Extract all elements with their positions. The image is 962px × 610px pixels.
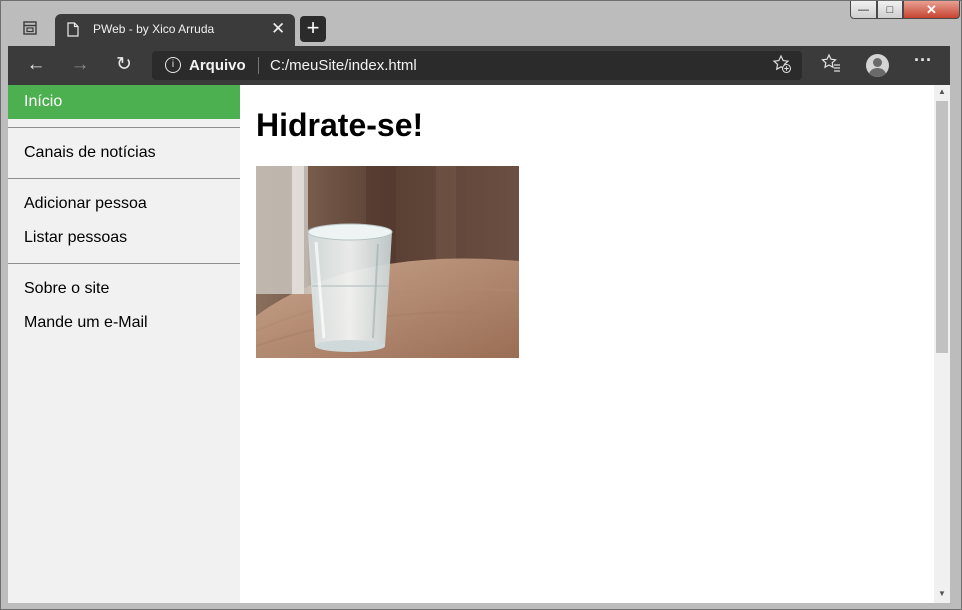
back-icon[interactable]: ← <box>24 54 48 78</box>
nav-divider <box>8 127 240 128</box>
tab-strip: PWeb - by Xico Arruda ✕ + <box>8 12 950 46</box>
nav-inicio[interactable]: Início <box>8 85 240 119</box>
favorites-add-icon[interactable] <box>772 54 792 79</box>
address-divider <box>258 57 259 74</box>
nav-listar-pessoas[interactable]: Listar pessoas <box>8 221 240 255</box>
main-content: Hidrate-se! <box>256 85 519 358</box>
nav-sobre-o-site[interactable]: Sobre o site <box>8 272 240 306</box>
close-tab-icon[interactable]: ✕ <box>271 19 285 39</box>
water-glass-image <box>256 166 519 358</box>
nav-divider <box>8 263 240 264</box>
avatar-body <box>869 68 886 77</box>
browser-window: — □ ✕ PWeb - by Xico Arruda ✕ + ← → ↻ i … <box>0 0 962 610</box>
profile-icon[interactable] <box>866 54 889 77</box>
more-icon[interactable]: ··· <box>910 50 936 71</box>
new-tab-button[interactable]: + <box>300 16 326 42</box>
sidebar-nav: Início Canais de notícias Adicionar pess… <box>8 85 240 603</box>
nav-canais-de-noticias[interactable]: Canais de notícias <box>8 136 240 170</box>
page-viewport: Início Canais de notícias Adicionar pess… <box>8 85 934 603</box>
nav-adicionar-pessoa[interactable]: Adicionar pessoa <box>8 187 240 221</box>
page-icon <box>67 22 79 37</box>
info-icon[interactable]: i <box>165 57 181 73</box>
address-bar[interactable]: i Arquivo C:/meuSite/index.html <box>152 51 802 80</box>
tab-title: PWeb - by Xico Arruda <box>93 22 215 36</box>
vertical-scrollbar[interactable]: ▲ ▼ <box>934 85 950 603</box>
avatar-head <box>873 58 882 67</box>
browser-toolbar: ← → ↻ i Arquivo C:/meuSite/index.html ··… <box>8 46 950 85</box>
nav-mande-um-email[interactable]: Mande um e-Mail <box>8 306 240 340</box>
tab-actions-icon[interactable] <box>22 20 42 38</box>
url-text[interactable]: C:/meuSite/index.html <box>270 57 417 74</box>
page-heading: Hidrate-se! <box>256 107 424 143</box>
scroll-down-icon[interactable]: ▼ <box>934 589 950 601</box>
favorites-icon[interactable] <box>818 53 844 78</box>
active-tab[interactable]: PWeb - by Xico Arruda ✕ <box>55 14 295 46</box>
scroll-up-icon[interactable]: ▲ <box>934 87 950 99</box>
scrollbar-thumb[interactable] <box>936 101 948 353</box>
reload-icon[interactable]: ↻ <box>112 54 136 78</box>
file-scheme-label: Arquivo <box>189 57 246 74</box>
forward-icon[interactable]: → <box>68 54 92 78</box>
nav-divider <box>8 178 240 179</box>
